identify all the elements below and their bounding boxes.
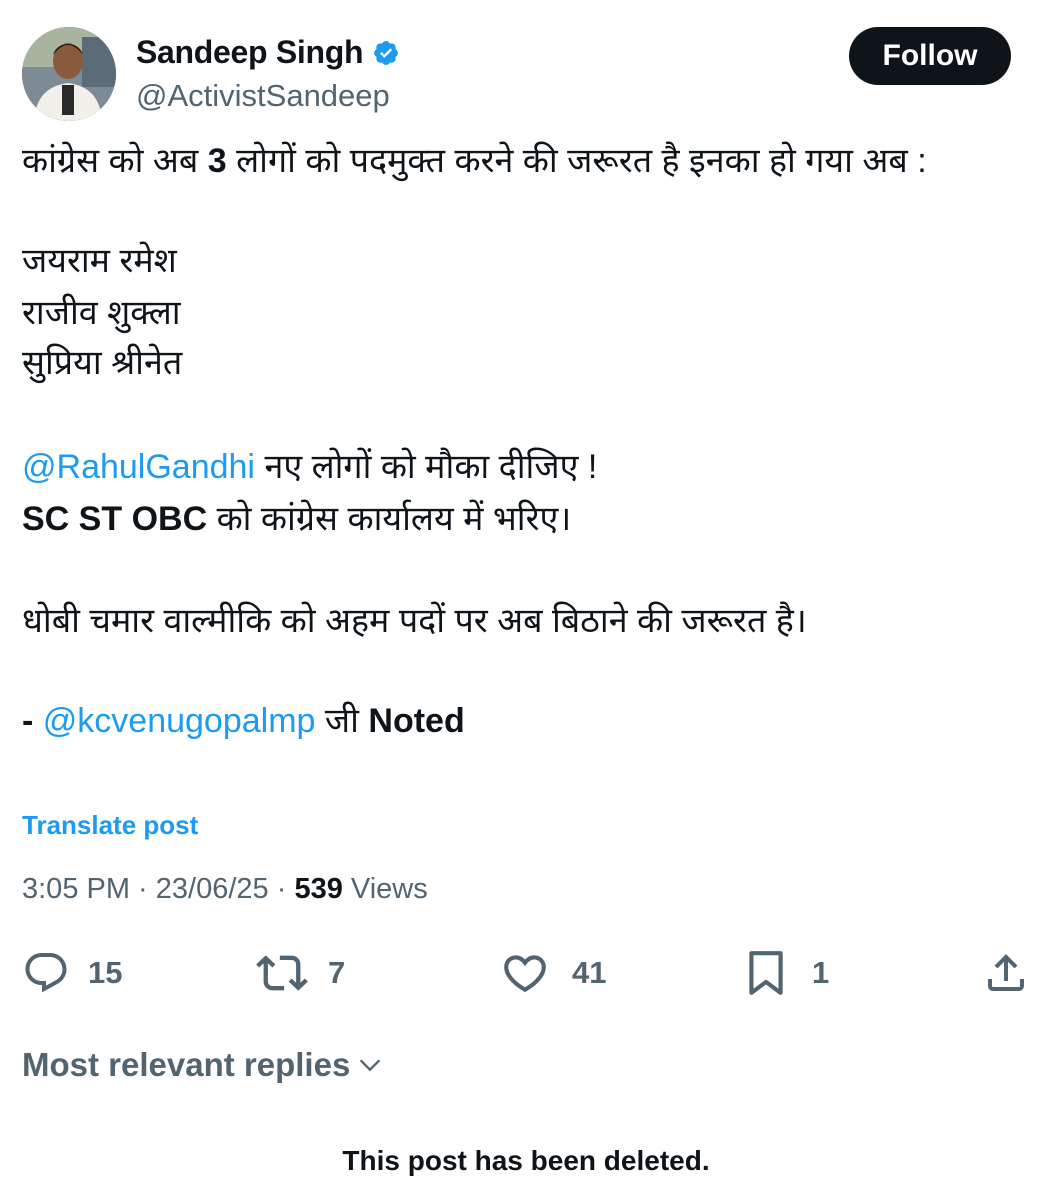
avatar[interactable] <box>22 27 116 121</box>
post-time[interactable]: 3:05 PM <box>22 873 130 905</box>
author-name[interactable]: Sandeep Singh <box>136 34 364 71</box>
post-line-mention: @RahulGandhi नए लोगों को मौका दीजिए ! <box>22 446 597 488</box>
repost-icon <box>256 955 308 991</box>
mention-rahulgandhi-link[interactable]: @RahulGandhi <box>22 448 255 486</box>
mention-kcvenugopalmp-link[interactable]: @kcvenugopalmp <box>43 702 316 740</box>
signature-noted: Noted <box>368 702 465 740</box>
signature-mid: जी <box>315 702 369 740</box>
reply-icon <box>25 953 67 993</box>
post-meta: 3:05 PM · 23/06/25 · 539 Views <box>22 873 428 906</box>
like-count: 41 <box>572 955 607 990</box>
deleted-post-notice: This post has been deleted. <box>342 1145 710 1176</box>
meta-separator: · <box>268 873 295 905</box>
post-line-1-bold: 3 <box>207 142 227 180</box>
signature-prefix: - <box>22 702 43 740</box>
post-line-sc: SC ST OBC को कांग्रेस कार्यालय में भरिए। <box>22 498 571 540</box>
post-line-1-pre: कांग्रेस को अब <box>22 142 208 180</box>
replies-sort-dropdown[interactable]: Most relevant replies <box>22 1046 384 1084</box>
post-name-3: सुप्रिया श्रीनेत <box>22 344 183 382</box>
reply-button[interactable]: 15 <box>22 948 122 998</box>
share-button[interactable] <box>982 948 1030 998</box>
post-line-1-post: लोगों को पदमुक्त करने की जरूरत है इनका ह… <box>226 142 927 180</box>
bookmark-icon <box>749 951 783 995</box>
repost-button[interactable]: 7 <box>256 948 345 998</box>
reply-count: 15 <box>88 955 123 990</box>
replies-sort-label: Most relevant replies <box>22 1046 351 1083</box>
verified-badge-icon <box>372 39 400 67</box>
like-button[interactable]: 41 <box>500 948 606 998</box>
avatar-photo-icon <box>22 27 116 121</box>
bookmark-button[interactable]: 1 <box>744 948 829 998</box>
post-name-2: राजीव शुक्ला <box>22 294 181 332</box>
views-label: Views <box>350 873 428 905</box>
post-date[interactable]: 23/06/25 <box>156 873 269 905</box>
repost-count: 7 <box>328 955 346 990</box>
follow-button[interactable]: Follow <box>849 27 1011 85</box>
post-name-1: जयराम रमेश <box>22 242 177 280</box>
post-line-sc-bold: SC ST OBC <box>22 500 208 538</box>
post-line-dhobi: धोबी चमार वाल्मीकि को अहम पदों पर अब बिठ… <box>22 602 807 640</box>
author-name-row: Sandeep Singh <box>136 34 400 71</box>
share-icon <box>988 954 1024 991</box>
meta-separator: · <box>130 873 156 905</box>
post-line-mention-post: नए लोगों को मौका दीजिए ! <box>255 448 598 486</box>
post-line-1: कांग्रेस को अब 3 लोगों को पदमुक्त करने क… <box>22 140 927 182</box>
heart-icon <box>504 955 546 993</box>
post-line-sc-post: को कांग्रेस कार्यालय में भरिए। <box>207 500 572 538</box>
post-signature: - @kcvenugopalmp जी Noted <box>22 700 465 742</box>
post-detail-view: Sandeep Singh @ActivistSandeep Follow का… <box>0 0 1052 1200</box>
chevron-down-icon <box>360 1059 381 1072</box>
views-count[interactable]: 539 <box>294 873 342 905</box>
bookmark-count: 1 <box>812 955 830 990</box>
author-handle[interactable]: @ActivistSandeep <box>136 78 390 114</box>
translate-post-link[interactable]: Translate post <box>22 810 198 841</box>
